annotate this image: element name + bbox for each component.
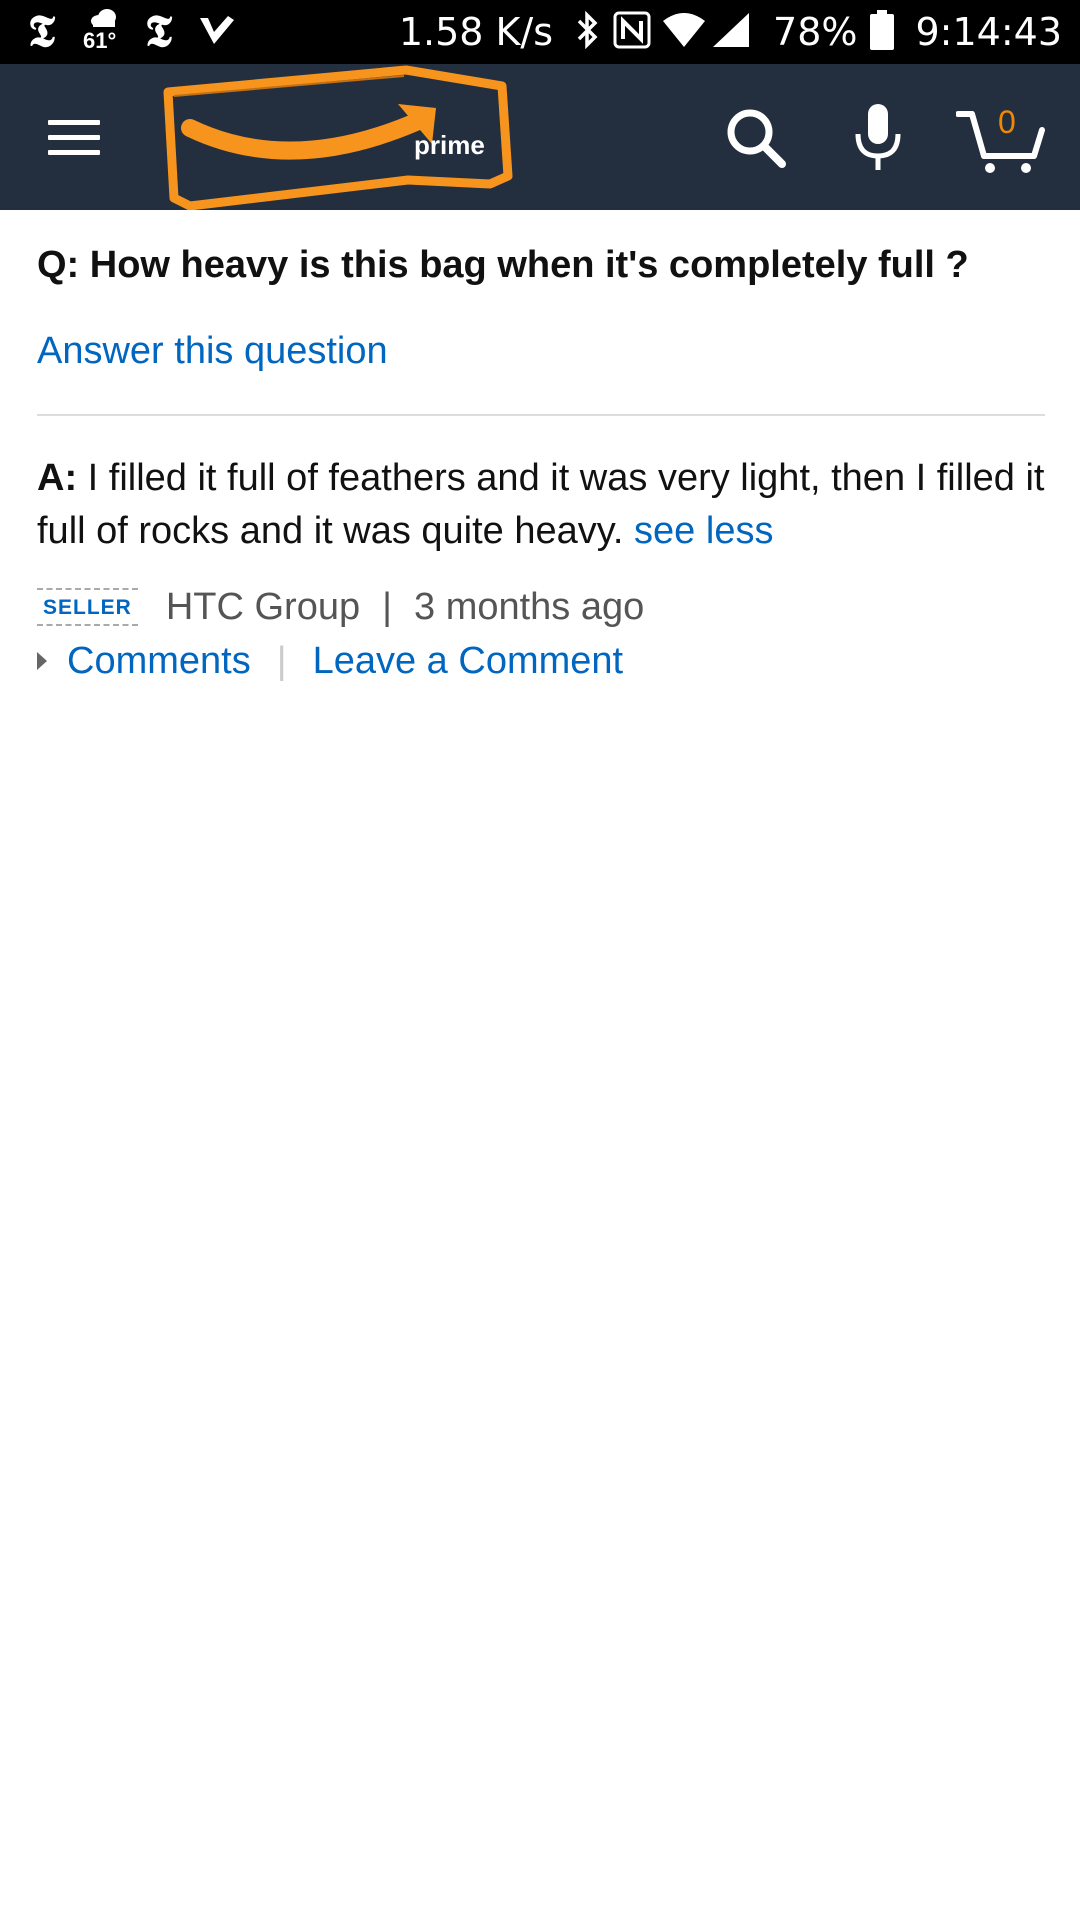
wifi-icon [661,11,707,54]
status-bar-left: 𝕿 61° 𝕿 [28,0,236,64]
answer-meta: SELLER HTC Group | 3 months ago [37,582,644,632]
nyt-icon: 𝕿 [28,6,56,57]
nfc-icon [613,11,651,54]
answer-date: 3 months ago [414,585,645,628]
divider [37,414,1045,416]
answer-body: I filled it full of feathers and it was … [37,457,1045,552]
network-speed: 1.58 K/s [398,10,554,54]
meta-separator: | [382,585,392,628]
comments-row: Comments | Leave a Comment [37,634,623,688]
answer-label: A: [37,457,78,499]
expand-caret-icon[interactable] [37,652,47,670]
comments-link[interactable]: Comments [67,640,251,683]
nyt-icon: 𝕿 [145,6,173,57]
clock: 9:14:43 [915,10,1063,54]
cart-button[interactable]: 0 [955,100,1046,180]
comments-separator: | [276,639,287,682]
status-bar-right: 1.58 K/s 78% 9:14:43 [399,0,1062,64]
question-text: Q: How heavy is this bag when it's compl… [37,244,969,286]
hamburger-icon [48,120,100,125]
prime-text: prime [414,130,485,160]
weather-icon: 61° [77,0,133,64]
see-less-link[interactable]: see less [634,510,773,552]
answer-text: A: I filled it full of feathers and it w… [37,452,1045,558]
answer-this-question-link[interactable]: Answer this question [37,330,388,373]
battery-percent: 78% [773,10,858,54]
leave-comment-link[interactable]: Leave a Comment [313,640,624,683]
voice-search-button[interactable] [850,100,906,176]
app-header: prime 0 [0,64,1080,211]
microphone-icon [855,104,901,170]
temperature-text: 61° [83,28,117,53]
search-icon [727,109,786,168]
bluetooth-icon [575,10,599,54]
cart-count: 0 [998,104,1016,140]
search-button[interactable] [722,104,792,174]
status-bar: 𝕿 61° 𝕿 1.58 K/s 78% 9:14:43 [0,0,1080,64]
signal-icon [711,11,751,54]
menu-button[interactable] [40,108,106,166]
battery-icon [869,9,894,55]
author-name: HTC Group [165,585,361,628]
prime-logo[interactable]: prime [160,64,520,211]
seller-badge: SELLER [37,588,138,626]
check-icon [198,14,236,51]
